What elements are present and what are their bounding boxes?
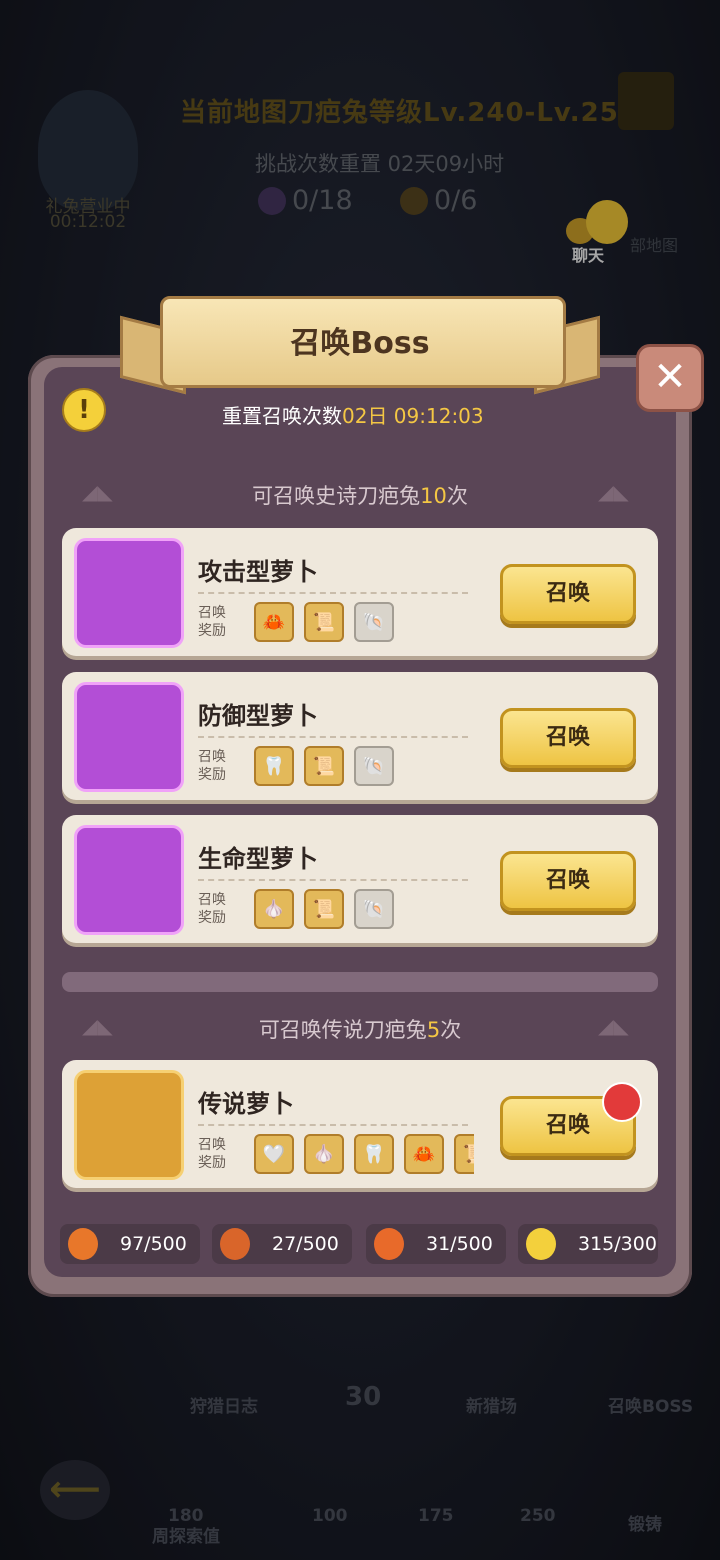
resource-attack: 97/500 (60, 1224, 200, 1264)
legend-count: 5 (426, 1018, 441, 1042)
resource-value: 97/500 (120, 1233, 187, 1255)
reward-item-icon[interactable]: 📜 (304, 602, 344, 642)
divider (198, 879, 468, 881)
resource-value: 31/500 (426, 1233, 493, 1255)
legend-suffix: 次 (440, 1018, 462, 1042)
epic-prefix: 可召唤史诗刀疤兔 (252, 484, 421, 508)
boss-name: 传说萝卜 (198, 1090, 294, 1118)
section-divider (62, 972, 658, 992)
boss-name: 攻击型萝卜 (198, 558, 318, 586)
reward-item-icon[interactable]: 🦷 (254, 746, 294, 786)
legend-carrot-icon (526, 1228, 556, 1260)
reward-slots: 🦷 📜 🐚 (254, 746, 394, 786)
close-icon: ✕ (653, 354, 687, 400)
reward-item-icon[interactable]: 📜 (304, 746, 344, 786)
summon-reset-row: 重置召唤次数02日 09:12:03 (222, 400, 484, 429)
reward-label: 召唤奖励 (198, 605, 226, 639)
boss-card-life: 生命型萝卜 召唤奖励 🧄 📜 🐚 召唤 (62, 815, 658, 943)
boss-name: 防御型萝卜 (198, 702, 318, 730)
reward-label: 召唤奖励 (198, 1137, 226, 1171)
resource-legend: 315/300 (518, 1224, 658, 1264)
resource-value: 315/300 (578, 1233, 657, 1255)
legend-carrot-icon (74, 1070, 184, 1180)
epic-count: 10 (420, 484, 447, 508)
dialog-banner: 召唤Boss (120, 296, 600, 395)
summon-button[interactable]: 召唤 (500, 851, 636, 911)
divider (198, 592, 468, 594)
reward-label: 召唤奖励 (198, 892, 226, 926)
reward-item-icon[interactable]: 🐚 (354, 746, 394, 786)
reward-slots: 🦀 📜 🐚 (254, 602, 394, 642)
defense-carrot-icon (220, 1228, 250, 1260)
epic-suffix: 次 (446, 484, 468, 508)
boss-card-legend: 传说萝卜 召唤奖励 🤍 🧄 🦷 🦀 📜 召唤 (62, 1060, 658, 1188)
reward-slots: 🧄 📜 🐚 (254, 889, 394, 929)
dialog-title: 召唤Boss (290, 326, 430, 361)
summon-button[interactable]: 召唤 (500, 564, 636, 624)
attack-carrot-icon (74, 538, 184, 648)
reward-item-icon[interactable]: 📜 (454, 1134, 474, 1174)
divider (198, 736, 468, 738)
reward-item-icon[interactable]: 🦀 (254, 602, 294, 642)
reset-time: 02日 09:12:03 (342, 404, 484, 428)
reward-slots: 🤍 🧄 🦷 🦀 📜 (254, 1134, 474, 1174)
boss-card-attack: 攻击型萝卜 召唤奖励 🦀 📜 🐚 召唤 (62, 528, 658, 656)
reward-item-icon[interactable]: 🧄 (254, 889, 294, 929)
boss-name: 生命型萝卜 (198, 845, 318, 873)
defense-carrot-icon (74, 682, 184, 792)
reward-item-icon[interactable]: 📜 (304, 889, 344, 929)
close-button[interactable]: ✕ (636, 344, 704, 412)
life-carrot-icon (74, 825, 184, 935)
reward-item-icon[interactable]: 🐚 (354, 602, 394, 642)
reward-item-icon[interactable]: 🤍 (254, 1134, 294, 1174)
summon-button[interactable]: 召唤 (500, 708, 636, 768)
reset-label: 重置召唤次数 (222, 404, 342, 428)
reward-item-icon[interactable]: 🦷 (354, 1134, 394, 1174)
info-icon[interactable]: ! (62, 388, 106, 432)
reward-item-icon[interactable]: 🦀 (404, 1134, 444, 1174)
resource-life: 31/500 (366, 1224, 506, 1264)
boss-card-defense: 防御型萝卜 召唤奖励 🦷 📜 🐚 召唤 (62, 672, 658, 800)
resource-value: 27/500 (272, 1233, 339, 1255)
life-carrot-icon (374, 1228, 404, 1260)
attack-carrot-icon (68, 1228, 98, 1260)
resource-defense: 27/500 (212, 1224, 352, 1264)
legend-prefix: 可召唤传说刀疤兔 (258, 1018, 427, 1042)
reward-item-icon[interactable]: 🧄 (304, 1134, 344, 1174)
resource-bar: 97/500 27/500 31/500 315/300 (52, 1220, 668, 1268)
reward-item-icon[interactable]: 🐚 (354, 889, 394, 929)
legend-section-header: 可召唤传说刀疤兔5次 (56, 1014, 664, 1044)
divider (198, 1124, 468, 1126)
notification-bell-icon (602, 1082, 642, 1122)
epic-section-header: 可召唤史诗刀疤兔10次 (56, 480, 664, 510)
reward-label: 召唤奖励 (198, 749, 226, 783)
